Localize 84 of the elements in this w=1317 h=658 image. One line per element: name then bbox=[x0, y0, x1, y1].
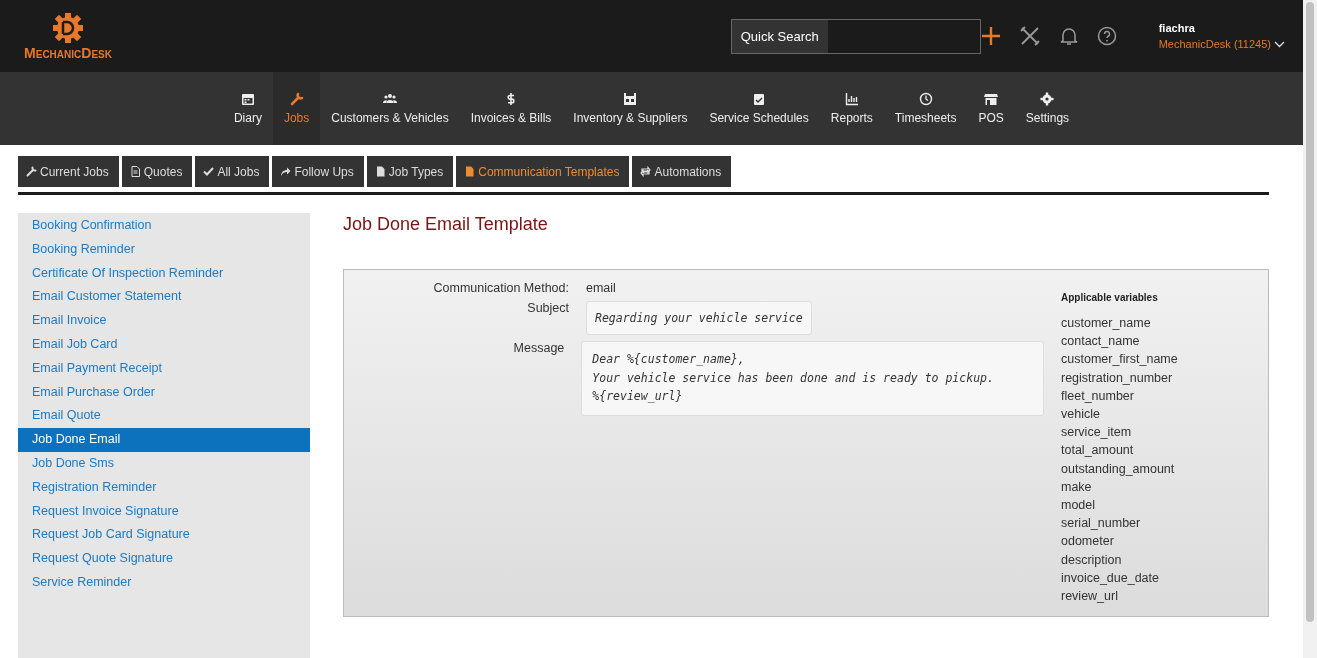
nav-item[interactable]: Reports bbox=[819, 72, 884, 145]
field-label: Subject bbox=[526, 301, 569, 317]
tab[interactable]: Current Jobs bbox=[18, 156, 119, 187]
plus-icon[interactable] bbox=[980, 26, 1001, 46]
variable-name: customer_first_name bbox=[1061, 351, 1178, 369]
template-link[interactable]: Email Job Card bbox=[18, 333, 310, 357]
tab[interactable]: Follow Ups bbox=[272, 156, 364, 187]
variable-name: make bbox=[1061, 478, 1093, 496]
check-icon bbox=[203, 166, 215, 177]
template-link[interactable]: Request Job Card Signature bbox=[18, 523, 310, 548]
gear-logo-icon bbox=[51, 11, 85, 44]
field-label: Communication Method: bbox=[432, 281, 569, 295]
tools-icon[interactable] bbox=[1018, 25, 1041, 47]
nav-item[interactable]: Invoices & Bills bbox=[459, 72, 563, 145]
variable-name: vehicle bbox=[1061, 406, 1101, 423]
nav-item[interactable]: Settings bbox=[1014, 72, 1081, 145]
variable-name: review_url bbox=[1061, 588, 1119, 606]
logo-text[interactable]: MechanicDesk bbox=[24, 44, 112, 61]
variable-name: description bbox=[1061, 551, 1123, 569]
chevron-down-icon bbox=[1274, 40, 1285, 48]
template-link[interactable]: Booking Confirmation bbox=[18, 214, 310, 238]
tab[interactable]: Job Types bbox=[366, 156, 454, 187]
variable-name: serial_number bbox=[1061, 515, 1142, 533]
variable-name: outstanding_amount bbox=[1061, 460, 1176, 478]
nav-item[interactable]: Jobs bbox=[272, 72, 321, 145]
calendar-icon bbox=[240, 92, 255, 106]
account-selector[interactable]: MechanicDesk (11245) bbox=[1158, 38, 1285, 50]
user-name: fiachra bbox=[1158, 22, 1196, 34]
template-link[interactable]: Job Done Sms bbox=[18, 451, 310, 476]
template-link[interactable]: Email Quote bbox=[18, 404, 310, 429]
bell-icon[interactable] bbox=[1058, 26, 1079, 46]
nav-item[interactable]: Inventory & Suppliers bbox=[562, 72, 699, 145]
warehouse-icon bbox=[623, 92, 638, 106]
scrollbar[interactable] bbox=[1303, 0, 1317, 658]
variable-name: contact_name bbox=[1061, 333, 1141, 351]
template-link[interactable]: Email Purchase Order bbox=[18, 380, 310, 405]
tab[interactable]: Quotes bbox=[121, 156, 193, 187]
template-link[interactable]: Email Customer Statement bbox=[18, 285, 310, 310]
tab[interactable]: All Jobs bbox=[195, 156, 270, 187]
dollar-icon bbox=[504, 92, 518, 106]
template-link[interactable]: Booking Reminder bbox=[18, 237, 310, 262]
variable-name: service_item bbox=[1061, 424, 1133, 442]
users-icon bbox=[382, 92, 397, 106]
calendar-check-icon bbox=[752, 92, 767, 106]
method-value: email bbox=[586, 281, 616, 295]
nav-item[interactable]: Service Schedules bbox=[698, 72, 820, 145]
template-link[interactable]: Email Invoice bbox=[18, 309, 310, 333]
nav-item[interactable]: Timesheets bbox=[883, 72, 968, 145]
variable-name: model bbox=[1061, 497, 1097, 515]
nav-item[interactable]: Diary bbox=[222, 72, 273, 145]
nav-item[interactable]: POS bbox=[967, 72, 1015, 145]
field-label: Message bbox=[512, 341, 565, 357]
document-icon bbox=[129, 166, 141, 177]
tab[interactable]: Communication Templates bbox=[456, 156, 630, 187]
document-icon bbox=[374, 166, 386, 177]
variable-name: odometer bbox=[1061, 533, 1115, 551]
template-link[interactable]: Job Done Email bbox=[18, 428, 310, 452]
template-link[interactable]: Request Quote Signature bbox=[18, 547, 310, 571]
page-title: Job Done Email Template bbox=[343, 213, 549, 235]
template-link[interactable]: Email Payment Receipt bbox=[18, 356, 310, 381]
chart-icon bbox=[844, 92, 859, 106]
help-icon[interactable] bbox=[1096, 26, 1117, 46]
clock-icon bbox=[918, 92, 933, 106]
subject-field[interactable]: Regarding your vehicle service bbox=[586, 301, 812, 335]
store-icon bbox=[984, 92, 999, 106]
share-icon bbox=[280, 166, 292, 177]
quick-search-field[interactable]: Quick Search bbox=[730, 18, 981, 54]
variable-name: total_amount bbox=[1061, 442, 1135, 460]
wrench-icon bbox=[26, 166, 37, 177]
nav-item[interactable]: Customers & Vehicles bbox=[320, 72, 460, 145]
tab[interactable]: Automations bbox=[632, 156, 732, 187]
variables-heading: Applicable variables bbox=[1061, 292, 1159, 303]
wrench-icon bbox=[289, 92, 304, 106]
template-link[interactable]: Service Reminder bbox=[18, 570, 310, 595]
retweet-icon bbox=[640, 166, 652, 177]
template-link[interactable]: Certificate Of Inspection Reminder bbox=[18, 261, 310, 286]
message-field[interactable]: Dear %{customer_name}, Your vehicle service has been done and is ready to pickup. %{review_url} bbox=[581, 341, 1044, 416]
template-link[interactable]: Registration Reminder bbox=[18, 475, 310, 500]
variable-name: registration_number bbox=[1061, 369, 1174, 387]
variable-name: invoice_due_date bbox=[1061, 569, 1160, 587]
document-icon bbox=[464, 166, 476, 177]
variable-name: customer_name bbox=[1061, 315, 1152, 332]
variable-name: fleet_number bbox=[1061, 387, 1135, 405]
template-link[interactable]: Request Invoice Signature bbox=[18, 499, 310, 524]
